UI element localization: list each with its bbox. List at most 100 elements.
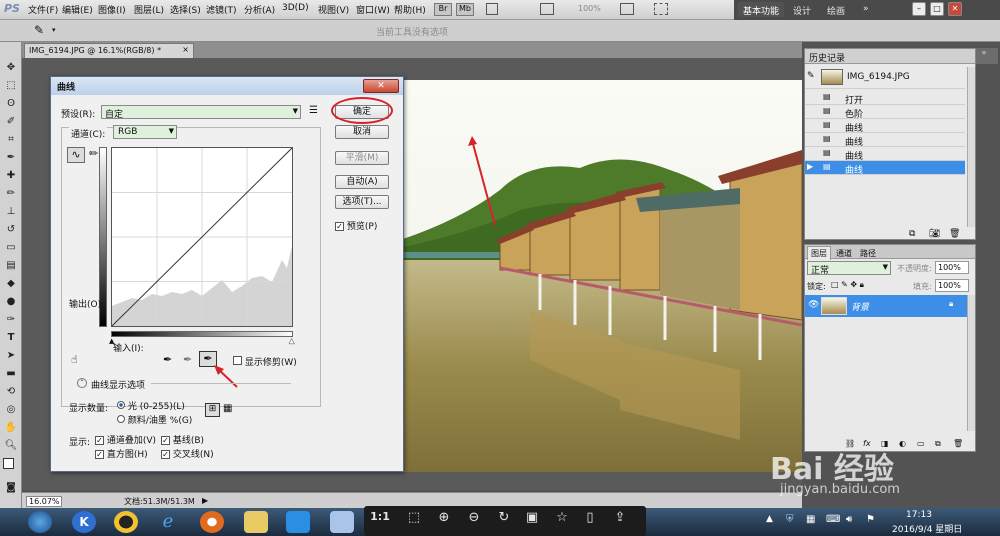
workspace-essentials[interactable]: 基本功能 bbox=[738, 2, 785, 17]
history-brush-icon[interactable]: ↺ bbox=[3, 224, 19, 238]
close-window-icon[interactable]: ✕ bbox=[948, 2, 962, 16]
preset-select[interactable]: 自定 ▼ bbox=[101, 105, 301, 120]
layer-row[interactable]: 👁︎ 背景 🔒︎ bbox=[805, 295, 967, 317]
menu-view[interactable]: 视图(V) bbox=[318, 3, 349, 16]
foreground-color-swatch[interactable] bbox=[3, 458, 14, 469]
history-step-active[interactable]: ▶ ▤ 曲线 bbox=[805, 161, 965, 176]
gradient-tool-icon[interactable]: ▤ bbox=[3, 260, 19, 274]
tab-channels[interactable]: 通道 bbox=[833, 247, 855, 260]
marquee-tool-icon[interactable]: ⬚ bbox=[3, 80, 19, 94]
ie-browser-icon[interactable]: ℯ bbox=[156, 511, 180, 533]
menu-analysis[interactable]: 分析(A) bbox=[244, 3, 275, 16]
dodge-tool-icon[interactable]: ● bbox=[3, 296, 19, 310]
k-app-icon[interactable]: K bbox=[72, 511, 96, 533]
menu-image[interactable]: 图像(I) bbox=[98, 3, 126, 16]
type-tool-icon[interactable]: T bbox=[3, 332, 19, 346]
status-menu-arrow-icon[interactable]: ▶ bbox=[202, 496, 208, 505]
snapshot-camera-icon[interactable]: 📷︎ bbox=[929, 229, 940, 239]
options-button[interactable]: 选项(T)... bbox=[335, 195, 389, 209]
blur-tool-icon[interactable]: ◆ bbox=[3, 278, 19, 292]
close-tab-icon[interactable]: × bbox=[182, 45, 189, 54]
explorer-folder-icon[interactable] bbox=[244, 511, 268, 533]
trash-icon[interactable]: 🗑︎ bbox=[949, 229, 960, 239]
zoom-level[interactable]: 100% bbox=[578, 4, 601, 13]
flag-icon[interactable]: ⚑ bbox=[866, 514, 875, 525]
quick-mask-icon[interactable]: ◙ bbox=[3, 482, 19, 496]
crop-tool-icon[interactable]: ⌗ bbox=[3, 134, 19, 148]
pen-tool-icon[interactable]: ✑ bbox=[3, 314, 19, 328]
opacity-field[interactable]: 100% bbox=[935, 261, 969, 274]
workspace-paint[interactable]: 绘画 bbox=[822, 2, 850, 17]
cancel-button[interactable]: 取消 bbox=[335, 125, 389, 139]
zoom-tool-icon[interactable]: 🔍︎ bbox=[3, 440, 19, 454]
menu-3d[interactable]: 3D(D) bbox=[282, 3, 309, 13]
clone-stamp-icon[interactable]: ⊥ bbox=[3, 206, 19, 220]
black-eyedropper-icon[interactable]: ✒ bbox=[163, 353, 172, 366]
actual-size-button[interactable]: 1:1 bbox=[370, 510, 390, 530]
new-document-from-state-icon[interactable]: ⧉ bbox=[909, 229, 915, 239]
menu-filter[interactable]: 滤镜(T) bbox=[206, 3, 237, 16]
rotate-icon[interactable]: ↻ bbox=[494, 510, 514, 530]
preset-options-icon[interactable]: ☰ bbox=[309, 105, 318, 116]
layers-scrollbar[interactable] bbox=[967, 295, 975, 431]
lasso-tool-icon[interactable]: ʘ bbox=[3, 98, 19, 112]
eyedropper-icon[interactable]: ✒ bbox=[3, 152, 19, 166]
history-step[interactable]: ▤ 曲线 bbox=[805, 133, 965, 148]
detailed-grid-icon[interactable]: ▦ bbox=[223, 403, 232, 414]
qq-icon[interactable] bbox=[114, 511, 138, 533]
shape-tool-icon[interactable]: ▬ bbox=[3, 368, 19, 382]
menu-file[interactable]: 文件(F) bbox=[28, 3, 58, 16]
media-player-icon[interactable] bbox=[200, 511, 224, 533]
history-step[interactable]: ▤ 色阶 bbox=[805, 105, 965, 120]
opt-intersection-line[interactable]: ✓ 交叉线(N) bbox=[161, 447, 214, 460]
security-shield-icon[interactable]: ⛨ bbox=[786, 514, 794, 525]
brush-tool-icon[interactable]: ✏ bbox=[3, 188, 19, 202]
start-button-icon[interactable] bbox=[28, 511, 52, 533]
white-point-slider-icon[interactable]: ▲ bbox=[289, 337, 295, 346]
device-icon[interactable]: ▯ bbox=[580, 510, 600, 530]
opt-channel-overlay[interactable]: ✓ 通道叠加(V) bbox=[95, 433, 156, 446]
lock-options-icon[interactable]: □ ✎ ✥ 🔒︎ bbox=[831, 280, 864, 290]
simple-grid-icon[interactable]: ⊞ bbox=[205, 403, 220, 417]
blend-mode-select[interactable]: 正常 ▼ bbox=[807, 261, 891, 276]
dialog-close-icon[interactable]: ✕ bbox=[363, 79, 399, 93]
history-scrollbar[interactable] bbox=[967, 67, 975, 227]
smooth-button[interactable]: 平滑(M) bbox=[335, 151, 389, 165]
pencil-draw-icon[interactable]: ✏ bbox=[89, 147, 98, 160]
maximize-icon[interactable]: □ bbox=[930, 2, 944, 16]
input-method-icon[interactable]: ⌨ bbox=[826, 514, 840, 525]
clock-date[interactable]: 2016/9/4 星期日 bbox=[892, 522, 962, 535]
save-icon[interactable]: ▣ bbox=[522, 510, 542, 530]
fill-field[interactable]: 100% bbox=[935, 279, 969, 292]
minimize-icon[interactable]: – bbox=[912, 2, 926, 16]
clock-time[interactable]: 17:13 bbox=[906, 510, 932, 520]
eraser-tool-icon[interactable]: ▭ bbox=[3, 242, 19, 256]
menu-window[interactable]: 窗口(W) bbox=[356, 3, 390, 16]
history-step[interactable]: ▤ 曲线 bbox=[805, 119, 965, 134]
menu-select[interactable]: 选择(S) bbox=[170, 3, 201, 16]
expand-options-icon[interactable]: ⌃ bbox=[77, 378, 87, 388]
zoom-out-icon[interactable]: ⊖ bbox=[464, 510, 484, 530]
workspace-more-icon[interactable]: » bbox=[858, 2, 874, 17]
arrange-icon[interactable] bbox=[620, 3, 634, 15]
view-extras-icon[interactable] bbox=[486, 3, 498, 15]
channel-select[interactable]: RGB ▼ bbox=[113, 125, 177, 139]
curve-edit-icon[interactable]: ∿ bbox=[67, 147, 85, 163]
hand-tool-icon[interactable]: ✋ bbox=[3, 422, 19, 436]
opt-baseline[interactable]: ✓ 基线(B) bbox=[161, 433, 204, 446]
layer-name[interactable]: 背景 bbox=[851, 300, 869, 313]
3d-orbit-tool-icon[interactable]: ◎ bbox=[3, 404, 19, 418]
opt-histogram[interactable]: ✓ 直方图(H) bbox=[95, 447, 148, 460]
healing-brush-icon[interactable]: ✚ bbox=[3, 170, 19, 184]
menu-help[interactable]: 帮助(H) bbox=[394, 3, 426, 16]
auto-button[interactable]: 自动(A) bbox=[335, 175, 389, 189]
eye-visibility-icon[interactable]: 👁︎ bbox=[808, 300, 819, 310]
tool-preset-chevron-icon[interactable]: ▾ bbox=[52, 26, 56, 34]
quick-select-tool-icon[interactable]: ✐ bbox=[3, 116, 19, 130]
network-tray-icon[interactable]: ▦ bbox=[806, 514, 815, 525]
fit-window-icon[interactable]: ⬚ bbox=[404, 510, 424, 530]
tab-layers[interactable]: 图层 bbox=[807, 246, 831, 260]
document-tab[interactable]: IMG_6194.JPG @ 16.1%(RGB/8) * × bbox=[24, 43, 194, 58]
screen-mode-icon[interactable] bbox=[540, 3, 554, 15]
target-adjust-icon[interactable]: ☝ bbox=[71, 353, 78, 366]
